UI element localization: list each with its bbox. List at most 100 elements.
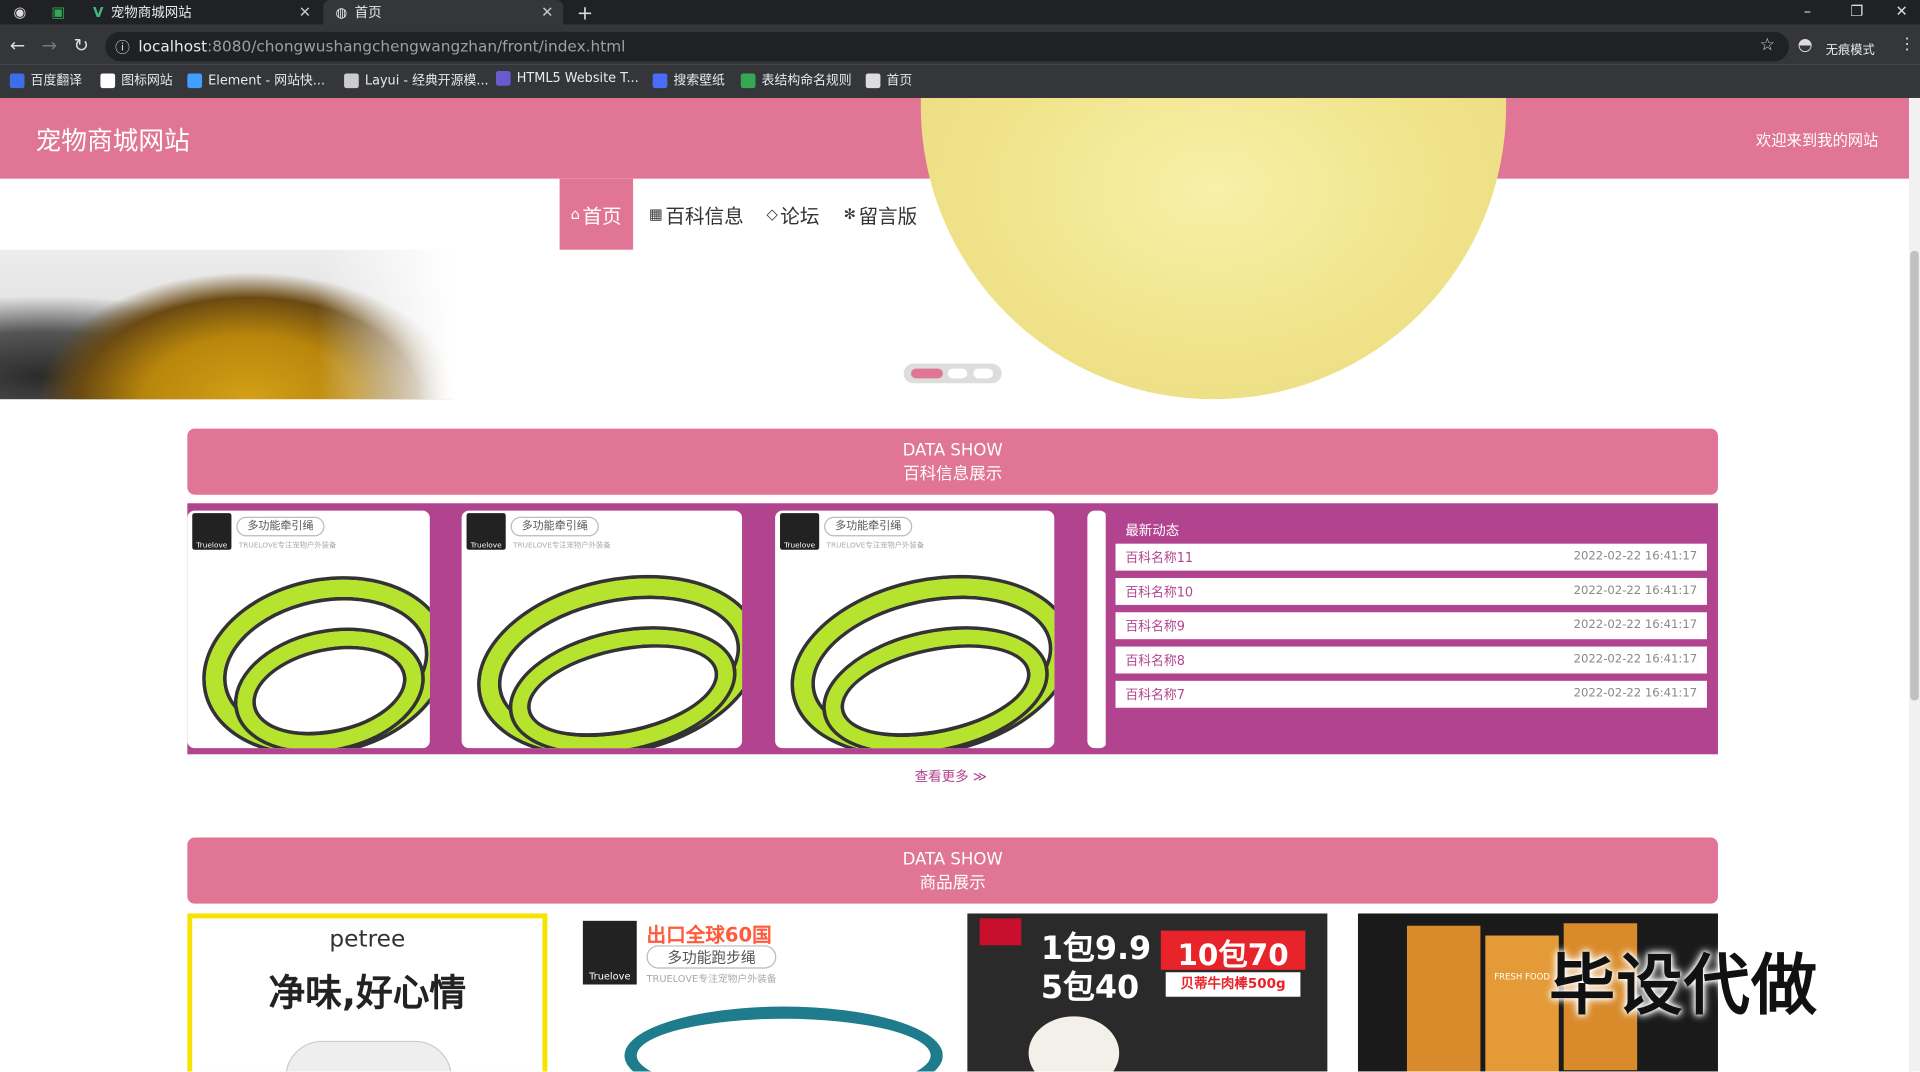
- bookmark-item[interactable]: 搜索壁纸: [652, 71, 725, 89]
- nav-item[interactable]: ✻ 留言版: [844, 179, 918, 250]
- card-tagline: 多功能牵引绳: [510, 516, 599, 537]
- product-headline: 出口全球60国: [646, 923, 772, 947]
- window-close-icon[interactable]: ✕: [1896, 2, 1908, 19]
- bookmark-icon: [100, 72, 116, 88]
- minimize-icon[interactable]: –: [1804, 2, 1811, 19]
- bookmark-item[interactable]: 表结构命名规则: [740, 71, 852, 89]
- product-card[interactable]: petree 净味,好心情: [187, 913, 548, 1072]
- news-name[interactable]: 百科名称7: [1125, 686, 1185, 704]
- news-row[interactable]: 百科名称8 2022-02-22 16:41:17: [1115, 646, 1707, 674]
- bookmark-label: 图标网站: [121, 73, 173, 89]
- sheets-tab-icon[interactable]: ▣: [51, 4, 65, 21]
- banner-fan-image: [0, 249, 454, 400]
- incognito-icon: ◓: [1797, 35, 1813, 56]
- bookmark-item[interactable]: HTML5 Website T...: [495, 71, 639, 86]
- profile-label[interactable]: 无痕模式: [1826, 39, 1875, 57]
- home-icon: ⌂: [570, 205, 580, 223]
- info-icon[interactable]: ⓘ: [115, 37, 130, 58]
- section-label-cn: 商品展示: [919, 873, 986, 893]
- product-headline: 净味,好心情: [268, 972, 467, 1016]
- snowflake-icon: ✻: [843, 205, 857, 223]
- new-tab-icon[interactable]: +: [577, 1, 593, 24]
- news-time: 2022-02-22 16:41:17: [1573, 549, 1698, 564]
- news-row[interactable]: 百科名称9 2022-02-22 16:41:17: [1115, 612, 1707, 640]
- reload-icon[interactable]: ↻: [73, 34, 88, 56]
- browser-menu-icon[interactable]: ◉: [13, 4, 26, 21]
- product-headline: 5包40: [1040, 969, 1140, 1007]
- product-tag-sub: 贝蒂牛肉棒500g: [1165, 972, 1301, 997]
- card-sub: TRUELOVE专注宠物户外装备: [513, 541, 611, 550]
- bookmark-icon: [740, 72, 756, 88]
- nav-item[interactable]: ◇ 论坛: [767, 179, 820, 250]
- product-brand: petree: [329, 925, 406, 953]
- bookmark-icon: [187, 72, 203, 88]
- product-card[interactable]: 1包9.9 5包40 10包70 贝蒂牛肉棒500g: [967, 913, 1328, 1072]
- carousel-dot[interactable]: [911, 368, 943, 379]
- tab-home[interactable]: ◍ 首页 ✕: [323, 0, 564, 25]
- scrollbar-thumb[interactable]: [1910, 251, 1919, 701]
- tab-shop[interactable]: V 宠物商城网站 ✕: [81, 0, 321, 24]
- close-icon[interactable]: ✕: [299, 4, 311, 21]
- product-card[interactable]: Truelove 出口全球60国 多功能跑步绳 TRUELOVE专注宠物户外装备: [575, 913, 943, 1072]
- back-icon[interactable]: ←: [10, 34, 25, 56]
- card-sub: TRUELOVE专注宠物户外装备: [826, 541, 925, 550]
- url-text[interactable]: localhost:8080/chongwushangchengwangzhan…: [138, 37, 625, 55]
- news-time: 2022-02-22 16:41:17: [1573, 686, 1698, 701]
- grid-icon: ▦: [648, 205, 663, 223]
- bookmark-label: 搜索壁纸: [673, 73, 725, 89]
- news-row[interactable]: 百科名称10 2022-02-22 16:41:17: [1115, 577, 1707, 605]
- news-time: 2022-02-22 16:41:17: [1573, 584, 1698, 598]
- nav-item[interactable]: ▦ 百科信息: [649, 179, 744, 250]
- screen: ◉ ▣ V 宠物商城网站 ✕ ◍ 首页 ✕ + – ❐ ✕ ← → ↻ ⓘ lo…: [0, 0, 1920, 1072]
- news-name[interactable]: 百科名称10: [1125, 583, 1193, 601]
- bookmark-label: 百度翻译: [30, 73, 83, 89]
- tab-title: 宠物商城网站: [110, 4, 192, 21]
- bookmark-icon: [865, 72, 881, 88]
- bookmark-label: 首页: [886, 73, 913, 89]
- info-card[interactable]: [1087, 510, 1107, 749]
- restore-icon[interactable]: ❐: [1850, 2, 1863, 19]
- product-sub2: TRUELOVE专注宠物户外装备: [646, 973, 777, 985]
- news-name[interactable]: 百科名称8: [1125, 651, 1185, 669]
- product-brand: Truelove: [582, 920, 637, 985]
- bookmark-item[interactable]: 图标网站: [100, 71, 173, 89]
- news-row[interactable]: 百科名称7 2022-02-22 16:41:17: [1115, 680, 1707, 708]
- carousel-dot[interactable]: [947, 368, 968, 379]
- product-image-leash: [624, 1006, 943, 1072]
- bookmark-label: 表结构命名规则: [761, 73, 852, 89]
- nav-label: 首页: [582, 204, 622, 228]
- nav-item[interactable]: ⌂ 首页: [559, 178, 633, 250]
- more-menu-icon[interactable]: ⋮: [1899, 36, 1915, 54]
- bookmark-label: Layui - 经典开源模...: [364, 73, 489, 89]
- star-icon[interactable]: ☆: [1760, 36, 1775, 56]
- news-name[interactable]: 百科名称9: [1125, 617, 1185, 635]
- bookmark-label: Element - 网站快...: [208, 73, 326, 89]
- section-label-en: DATA SHOW: [902, 849, 1003, 870]
- view-more-link[interactable]: 查看更多 ≫: [915, 767, 987, 787]
- bookmark-icon: [652, 72, 668, 88]
- info-card[interactable]: Truelove 多功能牵引绳 TRUELOVE专注宠物户外装备: [461, 510, 743, 749]
- forward-icon[interactable]: →: [42, 34, 57, 56]
- card-brand: Truelove: [780, 513, 820, 550]
- vue-icon: V: [93, 4, 104, 21]
- news-name[interactable]: 百科名称11: [1125, 549, 1193, 567]
- bookmark-item[interactable]: Element - 网站快...: [187, 71, 325, 89]
- news-row[interactable]: 百科名称11 2022-02-22 16:41:17: [1115, 543, 1707, 571]
- card-tagline: 多功能牵引绳: [824, 516, 913, 537]
- close-icon[interactable]: ✕: [541, 4, 553, 21]
- welcome-text: 欢迎来到我的网站: [1755, 131, 1879, 150]
- bookmark-icon: [9, 72, 25, 88]
- bookmark-item[interactable]: Layui - 经典开源模...: [344, 71, 489, 89]
- section-header-info: DATA SHOW 百科信息展示: [187, 428, 1718, 495]
- carousel-dot[interactable]: [973, 368, 994, 379]
- section-header-goods: DATA SHOW 商品展示: [187, 837, 1718, 904]
- bookmark-icon: [495, 71, 511, 86]
- info-card[interactable]: Truelove 多功能牵引绳 TRUELOVE专注宠物户外装备: [775, 510, 1055, 749]
- bookmark-item[interactable]: 首页: [865, 71, 913, 89]
- bookmark-icon: [344, 72, 359, 88]
- bookmark-item[interactable]: 百度翻译: [9, 71, 83, 89]
- section-label-cn: 百科信息展示: [903, 464, 1003, 484]
- section-label-en: DATA SHOW: [902, 440, 1003, 461]
- nav-label: 留言版: [858, 204, 918, 228]
- info-card[interactable]: Truelove 多功能牵引绳 TRUELOVE专注宠物户外装备: [187, 510, 430, 749]
